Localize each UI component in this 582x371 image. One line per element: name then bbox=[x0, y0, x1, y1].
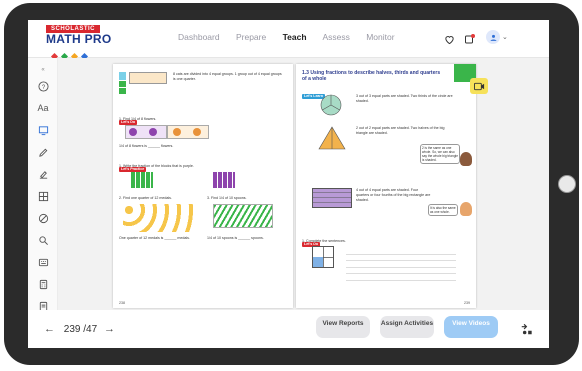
text-size-icon[interactable]: Aa bbox=[35, 100, 51, 116]
book-viewer[interactable]: 8 cats are divided into 4 equal groups. … bbox=[58, 58, 549, 310]
svg-text:?: ? bbox=[41, 84, 45, 90]
app-screen: SCHOLASTIC MATH PRO Dashboard Prepare Te… bbox=[28, 20, 549, 348]
brand-logo[interactable]: SCHOLASTIC MATH PRO bbox=[46, 25, 112, 61]
book-page-right: 1.3 Using fractions to describe halves, … bbox=[296, 64, 476, 308]
question-3: 3. Find 1/4 of 10 spoons. bbox=[207, 196, 247, 200]
assign-activities-button[interactable]: Assign Activities bbox=[380, 316, 434, 338]
eraser-icon[interactable] bbox=[35, 210, 51, 226]
total-pages: /47 bbox=[83, 324, 98, 335]
user-avatar-icon[interactable] bbox=[486, 30, 500, 44]
student-avatar-1 bbox=[460, 152, 472, 166]
medals-illustration bbox=[123, 204, 195, 232]
nav-dashboard[interactable]: Dashboard bbox=[178, 32, 220, 42]
lesson-title: 1.3 Using fractions to describe halves, … bbox=[302, 70, 441, 82]
chevron-down-icon[interactable]: ⌄ bbox=[502, 33, 508, 41]
zoom-icon[interactable] bbox=[35, 232, 51, 248]
nav-monitor[interactable]: Monitor bbox=[366, 32, 394, 42]
question-3-answer: 1/4 of 10 spoons is ______ spoons. bbox=[207, 236, 264, 240]
tablet-frame: SCHOLASTIC MATH PRO Dashboard Prepare Te… bbox=[4, 3, 579, 365]
brand-main-label: MATH PRO bbox=[46, 32, 112, 46]
nav-assess[interactable]: Assess bbox=[322, 32, 349, 42]
section-b-text: 2 out of 2 equal parts are shaded. Two h… bbox=[356, 126, 445, 135]
next-page-icon[interactable]: → bbox=[104, 323, 115, 335]
keyboard-icon[interactable] bbox=[35, 254, 51, 270]
heart-icon[interactable] bbox=[444, 32, 455, 50]
question-2: 2. Find one quarter of 12 medals. bbox=[119, 196, 172, 200]
speech-bubble-2: It is also the same as one whole. bbox=[428, 204, 458, 216]
brand-dots bbox=[50, 46, 92, 61]
triangle-halves-diagram bbox=[318, 126, 346, 155]
spoons-illustration bbox=[213, 204, 273, 228]
collapse-icon[interactable]: « bbox=[35, 62, 51, 78]
flowers-illustration bbox=[125, 125, 209, 139]
table-icon[interactable] bbox=[35, 188, 51, 204]
blocks-illustration-a bbox=[131, 172, 153, 188]
blocks-illustration-b bbox=[213, 172, 235, 188]
layout-toggle-icon[interactable] bbox=[520, 322, 534, 341]
cats-illustration bbox=[119, 72, 169, 98]
view-reports-button[interactable]: View Reports bbox=[316, 316, 370, 338]
screen-icon[interactable] bbox=[35, 122, 51, 138]
speech-bubble-1: 2 is the same as one whole. So, we can a… bbox=[420, 144, 460, 164]
intro-text: 8 cats are divided into 4 equal groups. … bbox=[173, 72, 282, 81]
tool-sidebar: « ? Aa bbox=[28, 58, 58, 348]
prev-page-icon[interactable]: ← bbox=[44, 323, 55, 335]
question-1: 1. Find 1/4 of 8 flowers. bbox=[119, 117, 157, 121]
question-write: 1. Write the fraction of the blocks that… bbox=[119, 164, 194, 168]
highlighter-icon[interactable] bbox=[35, 166, 51, 182]
book-page-left: 8 cats are divided into 4 equal groups. … bbox=[113, 64, 293, 308]
circle-thirds-diagram bbox=[320, 94, 342, 121]
complete-sentences: 1. Complete the sentences. bbox=[302, 239, 346, 243]
page-navigator: ← 239 /47 → bbox=[44, 323, 115, 335]
rectangle-quarters-diagram bbox=[312, 188, 352, 208]
view-videos-button[interactable]: View Videos bbox=[444, 316, 498, 338]
student-avatar-2 bbox=[460, 202, 472, 216]
notifications-icon[interactable] bbox=[464, 32, 476, 50]
bottom-bar: ← 239 /47 → View Reports Assign Activiti… bbox=[28, 310, 549, 348]
video-icon[interactable] bbox=[470, 78, 488, 94]
top-bar: SCHOLASTIC MATH PRO Dashboard Prepare Te… bbox=[28, 20, 549, 61]
current-page[interactable]: 239 bbox=[64, 324, 81, 335]
question-2-answer: One quarter of 12 medals is ______ medal… bbox=[119, 236, 190, 240]
pen-icon[interactable] bbox=[35, 144, 51, 160]
section-a-text: 3 out of 3 equal parts are shaded. Two t… bbox=[356, 94, 453, 103]
help-icon[interactable]: ? bbox=[35, 78, 51, 94]
section-c-text: 4 out of 4 equal parts are shaded. Four … bbox=[356, 188, 431, 202]
main-nav: Dashboard Prepare Teach Assess Monitor bbox=[178, 32, 409, 42]
square-quarters-diagram bbox=[312, 246, 334, 268]
answer-lines bbox=[346, 248, 456, 284]
nav-prepare[interactable]: Prepare bbox=[236, 32, 266, 42]
calculator-icon[interactable] bbox=[35, 276, 51, 292]
nav-teach[interactable]: Teach bbox=[283, 32, 307, 42]
home-button[interactable] bbox=[558, 175, 576, 193]
page-number-right: 239 bbox=[464, 301, 470, 305]
page-number-left: 238 bbox=[119, 301, 125, 305]
question-1-answer: 1/4 of 8 flowers is ______ flowers. bbox=[119, 144, 174, 148]
